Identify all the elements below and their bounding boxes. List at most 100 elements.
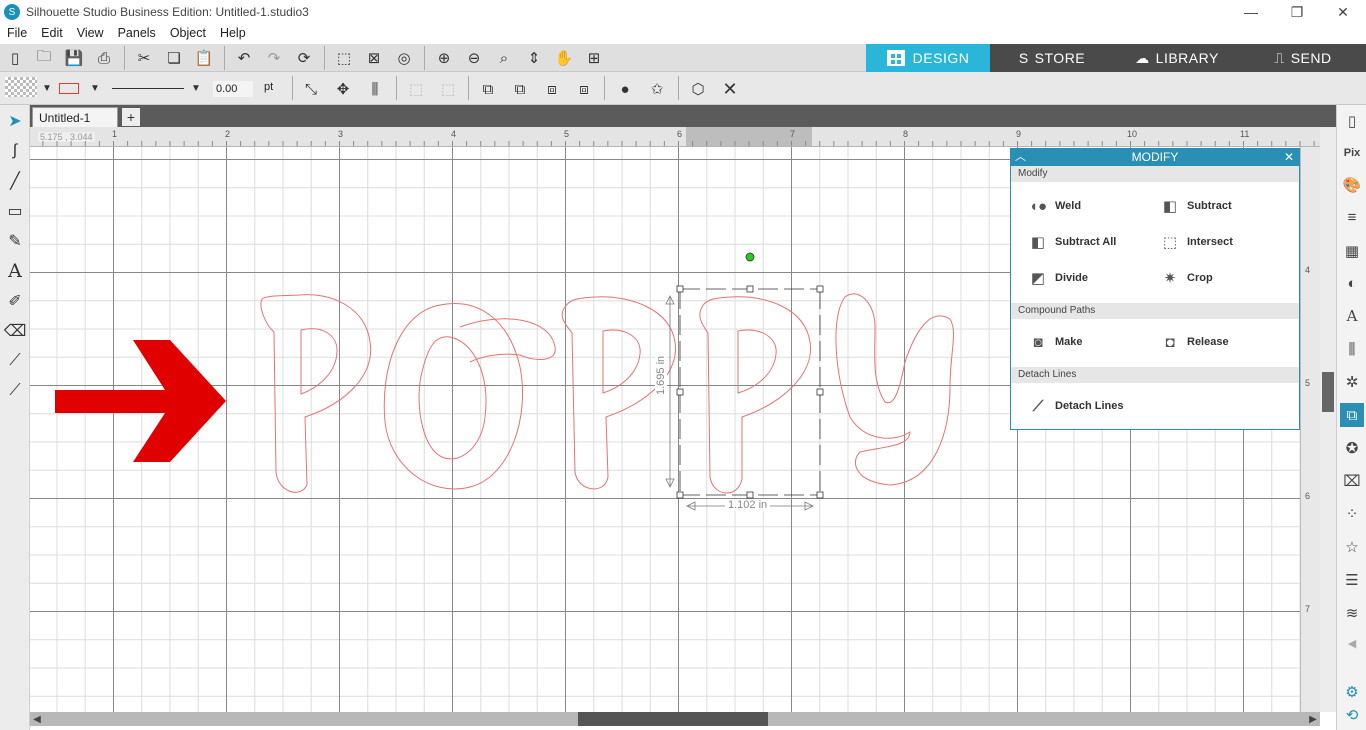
collapse-arrow-icon[interactable]: ◀	[1340, 631, 1364, 655]
bring-to-front-icon[interactable]: ⧉	[477, 78, 499, 100]
page-setup-icon[interactable]: ▯	[1340, 109, 1364, 133]
settings-gear-icon[interactable]: ⚙	[1340, 680, 1364, 704]
menu-object[interactable]: Object	[163, 24, 213, 44]
eraser-tool-icon[interactable]: ⌫	[3, 319, 27, 343]
fill-palette-icon[interactable]: 🎨	[1340, 173, 1364, 197]
knife-x-icon[interactable]: ✕	[719, 78, 741, 100]
offset-star-icon[interactable]: ✩	[646, 78, 668, 100]
selection-box[interactable]	[665, 252, 824, 511]
intersect-button[interactable]: ⬚ Intersect	[1159, 233, 1233, 251]
eyedropper-tool-icon[interactable]: ⟋	[3, 379, 27, 403]
drag-zoom-icon[interactable]: ⇕	[523, 47, 545, 69]
text-tool-icon[interactable]: A	[3, 259, 27, 283]
line-color-swatch[interactable]	[58, 77, 80, 99]
menu-panels[interactable]: Panels	[111, 24, 163, 44]
detach-lines-button[interactable]: ⟋ Detach Lines	[1027, 397, 1124, 415]
rectangle-tool-icon[interactable]: ▭	[3, 199, 27, 223]
new-document-icon[interactable]: ▯	[4, 47, 26, 69]
modify-panel-icon[interactable]: ⧉	[1340, 403, 1364, 427]
move-icon[interactable]: ✥	[332, 78, 354, 100]
star-library-icon[interactable]: ☆	[1340, 535, 1364, 559]
pan-hand-icon[interactable]: ✋	[553, 47, 575, 69]
text-style-icon[interactable]: A	[1340, 304, 1364, 328]
menu-view[interactable]: View	[70, 24, 111, 44]
transform-icon[interactable]: ✲	[1340, 370, 1364, 394]
sketch-effect-icon[interactable]: ≋	[1340, 601, 1364, 625]
redraw-icon[interactable]: ⟳	[293, 47, 315, 69]
menu-file[interactable]: File	[0, 24, 34, 44]
gradient-icon[interactable]: ◐	[1340, 271, 1364, 295]
fill-dropdown-icon[interactable]: ▼	[36, 77, 58, 99]
sync-icon[interactable]: ⟲	[1340, 703, 1364, 727]
collapse-chevron-icon[interactable]: ︿	[1015, 149, 1026, 166]
make-compound-button[interactable]: ◙ Make	[1027, 333, 1082, 351]
horizontal-scrollbar[interactable]: ◀ ▶	[30, 712, 1320, 726]
save-icon[interactable]: 💾	[63, 47, 85, 69]
paste-icon[interactable]: 📋	[193, 47, 215, 69]
line-width-input[interactable]: 0.00	[213, 81, 253, 97]
weld-shape-icon[interactable]: ●	[614, 78, 636, 100]
divide-button[interactable]: ◩ Divide	[1027, 269, 1088, 287]
line-style-icon[interactable]: ≡	[1340, 205, 1364, 229]
restore-icon[interactable]: ❐	[1274, 0, 1320, 24]
layers-icon[interactable]: ☰	[1340, 568, 1364, 592]
redo-icon[interactable]: ↷	[263, 47, 285, 69]
document-tab[interactable]: Untitled-1	[32, 107, 118, 127]
line-style-dropdown-icon[interactable]: ▼	[185, 77, 207, 99]
3d-box-icon[interactable]: ⬡	[687, 78, 709, 100]
bring-forward-icon[interactable]: ⧈	[541, 78, 563, 100]
tab-send[interactable]: ⎍ SEND	[1240, 44, 1366, 72]
weld-button[interactable]: ◖● Weld	[1027, 197, 1081, 215]
subtract-button[interactable]: ◧ Subtract	[1159, 197, 1232, 215]
scroll-right-icon[interactable]: ▶	[1306, 712, 1320, 726]
select-all-icon[interactable]: ⬚	[333, 47, 355, 69]
menu-edit[interactable]: Edit	[34, 24, 70, 44]
edit-points-icon[interactable]: ∫	[3, 139, 27, 163]
pixscan-icon[interactable]: Pix	[1340, 141, 1364, 165]
trace-icon[interactable]: ⌧	[1340, 469, 1364, 493]
replicate-icon[interactable]: ⁘	[1340, 502, 1364, 526]
open-folder-icon[interactable]: 🗀	[33, 47, 55, 69]
fit-to-page-icon[interactable]: ⊞	[583, 47, 605, 69]
menu-help[interactable]: Help	[213, 24, 253, 44]
pattern-fill-icon[interactable]: ▦	[1340, 239, 1364, 263]
vertical-scrollbar[interactable]	[1320, 127, 1336, 712]
subtract-all-button[interactable]: ◧ Subtract All	[1027, 233, 1116, 251]
zoom-out-icon[interactable]: ⊖	[463, 47, 485, 69]
sketch-tool-icon[interactable]: ✐	[3, 289, 27, 313]
zoom-in-icon[interactable]: ⊕	[433, 47, 455, 69]
tab-library[interactable]: ☁ LIBRARY	[1114, 44, 1240, 72]
select-by-color-icon[interactable]: ◎	[393, 47, 415, 69]
select-pointer-icon[interactable]: ➤	[3, 109, 27, 133]
zoom-selection-icon[interactable]: ⌕	[493, 47, 515, 69]
pencil-tool-icon[interactable]: ✎	[3, 229, 27, 253]
line-color-dropdown-icon[interactable]: ▼	[84, 77, 106, 99]
offset-icon[interactable]: ✪	[1340, 436, 1364, 460]
minimize-icon[interactable]: —	[1228, 0, 1274, 24]
line-tool-icon[interactable]: ╱	[3, 169, 27, 193]
copy-icon[interactable]: ❏	[163, 47, 185, 69]
close-window-icon[interactable]: ✕	[1320, 0, 1366, 24]
crop-button[interactable]: ✷ Crop	[1159, 269, 1213, 287]
knife-tool-icon[interactable]: ⟋	[3, 349, 27, 373]
scale-icon[interactable]: ⤡	[300, 78, 322, 100]
line-style-preview[interactable]	[112, 88, 184, 89]
horizontal-scroll-thumb[interactable]	[578, 712, 768, 726]
print-icon[interactable]: ⎙	[93, 47, 115, 69]
scroll-left-icon[interactable]: ◀	[30, 712, 44, 726]
add-tab-button[interactable]: +	[122, 108, 140, 126]
ungroup-icon[interactable]: ⬚	[437, 78, 459, 100]
group-icon[interactable]: ⬚	[405, 78, 427, 100]
vertical-scroll-thumb[interactable]	[1322, 372, 1334, 412]
release-compound-button[interactable]: ◘ Release	[1159, 333, 1228, 351]
send-to-back-icon[interactable]: ⧉	[509, 78, 531, 100]
undo-icon[interactable]: ↶	[233, 47, 255, 69]
align-icon[interactable]: ⫼	[364, 78, 386, 100]
send-backward-icon[interactable]: ⧈	[573, 78, 595, 100]
fill-pattern-swatch[interactable]	[5, 77, 37, 97]
deselect-icon[interactable]: ⊠	[363, 47, 385, 69]
cut-icon[interactable]: ✂	[133, 47, 155, 69]
tab-store[interactable]: S STORE	[990, 44, 1114, 72]
align-panel-icon[interactable]: ⫼	[1340, 337, 1364, 361]
close-panel-icon[interactable]: ✕	[1284, 149, 1294, 166]
